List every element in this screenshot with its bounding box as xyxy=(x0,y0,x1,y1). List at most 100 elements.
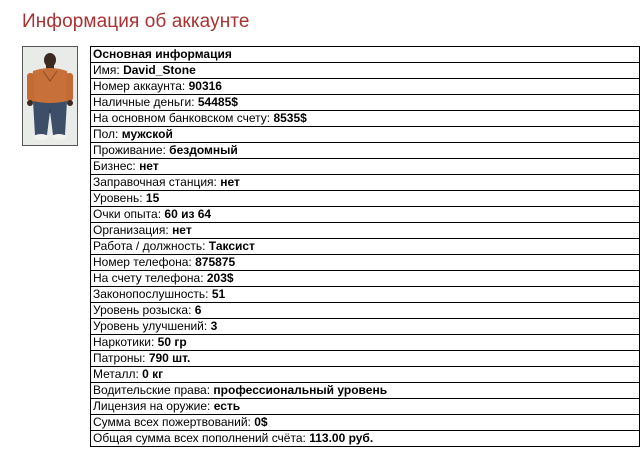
info-cell: Наркотики: 50 гр xyxy=(90,334,640,351)
row-value: 8535$ xyxy=(273,111,307,125)
row-label: Заправочная станция: xyxy=(93,175,217,189)
info-cell: Номер аккаунта: 90316 xyxy=(90,78,640,95)
info-cell: Имя: David_Stone xyxy=(90,62,640,79)
row-label: Уровень: xyxy=(93,191,143,205)
table-row: Номер телефона: 875875 xyxy=(90,254,640,271)
row-label: Водительские права: xyxy=(93,383,211,397)
info-cell: Общая сумма всех пополнений счёта: 113.0… xyxy=(90,430,640,447)
table-row: Патроны: 790 шт. xyxy=(90,350,640,367)
row-value: нет xyxy=(220,175,240,189)
table-row: Имя: David_Stone xyxy=(90,62,640,79)
table-row: Номер аккаунта: 90316 xyxy=(90,78,640,95)
row-label: Бизнес: xyxy=(93,159,136,173)
info-cell: Очки опыта: 60 из 64 xyxy=(90,206,640,223)
row-label: Сумма всех пожертвований: xyxy=(93,415,251,429)
row-value: 54485$ xyxy=(197,95,238,109)
table-row: Наличные деньги: 54485$ xyxy=(90,94,640,111)
info-cell: Лицензия на оружие: есть xyxy=(90,398,640,415)
row-value: 90316 xyxy=(188,79,222,93)
table-row: Уровень: 15 xyxy=(90,190,640,207)
info-cell: На основном банковском счету: 8535$ xyxy=(90,110,640,127)
page-title: Информация об аккаунте xyxy=(22,11,250,32)
info-cell: Пол: мужской xyxy=(90,126,640,143)
info-cell: Уровень улучшений: 3 xyxy=(90,318,640,335)
row-label: Пол: xyxy=(93,127,119,141)
row-value: 0$ xyxy=(254,415,268,429)
row-value: 113.00 руб. xyxy=(309,431,374,445)
table-row: Наркотики: 50 гр xyxy=(90,334,640,351)
table-row: Общая сумма всех пополнений счёта: 113.0… xyxy=(90,430,640,447)
row-value: 875875 xyxy=(195,255,236,269)
row-value: 203$ xyxy=(206,271,234,285)
row-value: бездомный xyxy=(169,143,238,157)
row-value: David_Stone xyxy=(123,63,196,77)
row-value: 50 гр xyxy=(157,335,187,349)
row-value: Таксист xyxy=(208,239,255,253)
row-label: На счету телефона: xyxy=(93,271,204,285)
info-cell: Уровень розыска: 6 xyxy=(90,302,640,319)
info-cell: Водительские права: профессиональный уро… xyxy=(90,382,640,399)
table-row: Водительские права: профессиональный уро… xyxy=(90,382,640,399)
table-header-row: Основная информация xyxy=(90,46,640,63)
info-cell: На счету телефона: 203$ xyxy=(90,270,640,287)
info-cell: Уровень: 15 xyxy=(90,190,640,207)
table-row: Организация: нет xyxy=(90,222,640,239)
row-value: 0 кг xyxy=(142,367,164,381)
row-value: 6 xyxy=(194,303,202,317)
row-label: Уровень улучшений: xyxy=(93,319,208,333)
row-label: Организация: xyxy=(93,223,169,237)
row-label: Номер телефона: xyxy=(93,255,192,269)
table-row: Работа / должность: Таксист xyxy=(90,238,640,255)
table-row: Уровень улучшений: 3 xyxy=(90,318,640,335)
row-label: Патроны: xyxy=(93,351,146,365)
row-label: Наличные деньги: xyxy=(93,95,195,109)
row-label: Металл: xyxy=(93,367,139,381)
row-label: Законопослушность: xyxy=(93,287,209,301)
row-value: нет xyxy=(139,159,159,173)
row-value: 15 xyxy=(145,191,160,205)
info-cell: Законопослушность: 51 xyxy=(90,286,640,303)
row-value: 51 xyxy=(211,287,226,301)
row-label: На основном банковском счету: xyxy=(93,111,271,125)
table-row: Лицензия на оружие: есть xyxy=(90,398,640,415)
row-label: Общая сумма всех пополнений счёта: xyxy=(93,431,306,445)
table-row: Сумма всех пожертвований: 0$ xyxy=(90,414,640,431)
info-cell: Работа / должность: Таксист xyxy=(90,238,640,255)
row-value: профессиональный уровень xyxy=(213,383,388,397)
row-label: Лицензия на оружие: xyxy=(93,399,211,413)
row-value: 60 из 64 xyxy=(164,207,212,221)
row-label: Очки опыта: xyxy=(93,207,162,221)
row-label: Уровень розыска: xyxy=(93,303,192,317)
table-row: На основном банковском счету: 8535$ xyxy=(90,110,640,127)
table-row: Очки опыта: 60 из 64 xyxy=(90,206,640,223)
row-label: Номер аккаунта: xyxy=(93,79,186,93)
table-row: Законопослушность: 51 xyxy=(90,286,640,303)
row-value: мужской xyxy=(121,127,173,141)
table-row: Бизнес: нет xyxy=(90,158,640,175)
row-value: нет xyxy=(172,223,192,237)
row-value: 3 xyxy=(210,319,218,333)
avatar xyxy=(22,46,78,146)
row-value: 790 шт. xyxy=(148,351,191,365)
info-cell: Проживание: бездомный xyxy=(90,142,640,159)
row-value: есть xyxy=(213,399,241,413)
info-cell: Заправочная станция: нет xyxy=(90,174,640,191)
table-row: Заправочная станция: нет xyxy=(90,174,640,191)
row-label: Имя: xyxy=(93,63,120,77)
row-label: Работа / должность: xyxy=(93,239,206,253)
info-cell: Организация: нет xyxy=(90,222,640,239)
section-header: Основная информация xyxy=(90,46,640,63)
info-cell: Бизнес: нет xyxy=(90,158,640,175)
row-label: Наркотики: xyxy=(93,335,155,349)
info-cell: Номер телефона: 875875 xyxy=(90,254,640,271)
table-row: На счету телефона: 203$ xyxy=(90,270,640,287)
info-cell: Наличные деньги: 54485$ xyxy=(90,94,640,111)
table-row: Пол: мужской xyxy=(90,126,640,143)
table-row: Проживание: бездомный xyxy=(90,142,640,159)
row-label: Проживание: xyxy=(93,143,166,157)
table-row: Уровень розыска: 6 xyxy=(90,302,640,319)
table-row: Металл: 0 кг xyxy=(90,366,640,383)
info-cell: Сумма всех пожертвований: 0$ xyxy=(90,414,640,431)
info-cell: Металл: 0 кг xyxy=(90,366,640,383)
account-info-table: Основная информация Имя: David_Stone Номе… xyxy=(90,46,640,447)
